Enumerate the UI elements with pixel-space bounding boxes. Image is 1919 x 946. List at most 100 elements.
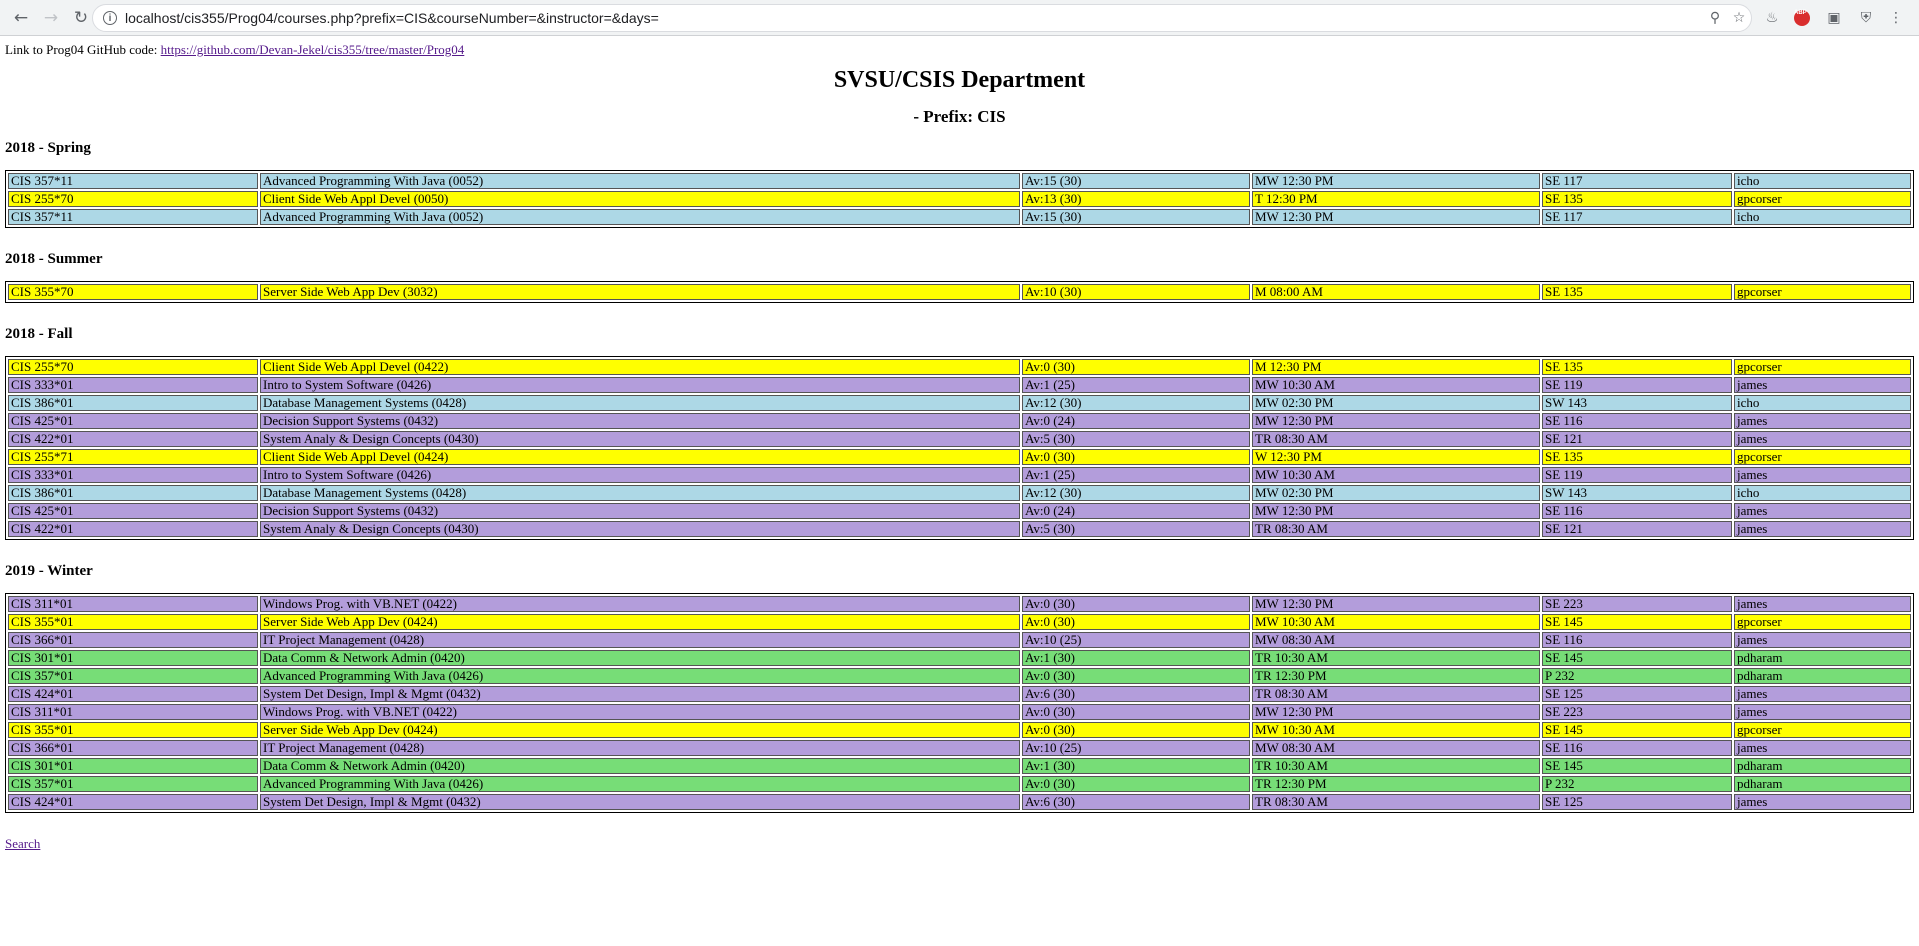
- cell-avail: Av:0 (30): [1022, 722, 1250, 738]
- cell-title: Server Side Web App Dev (0424): [260, 722, 1020, 738]
- course-row: CIS 311*01 Windows Prog. with VB.NET (042…: [8, 596, 1911, 612]
- cell-title: System Analy & Design Concepts (0430): [260, 521, 1020, 537]
- cell-room: SE 125: [1542, 686, 1732, 702]
- cell-instructor: james: [1734, 413, 1911, 429]
- cell-course: CIS 301*01: [8, 758, 258, 774]
- course-row: CIS 255*70 Client Side Web Appl Devel (04…: [8, 359, 1911, 375]
- address-bar[interactable]: i localhost/cis355/Prog04/courses.php?pr…: [92, 4, 1752, 32]
- cell-avail: Av:0 (24): [1022, 503, 1250, 519]
- cell-course: CIS 357*11: [8, 173, 258, 189]
- cell-course: CIS 311*01: [8, 596, 258, 612]
- cell-title: Advanced Programming With Java (0052): [260, 209, 1020, 225]
- cell-avail: Av:0 (30): [1022, 614, 1250, 630]
- term-heading: 2018 - Spring: [5, 140, 91, 156]
- browser-menu-icon[interactable]: ⋮: [1886, 8, 1906, 28]
- cell-title: Database Management Systems (0428): [260, 485, 1020, 501]
- cell-avail: Av:6 (30): [1022, 686, 1250, 702]
- cell-course: CIS 357*11: [8, 209, 258, 225]
- cell-course: CIS 357*01: [8, 776, 258, 792]
- cell-course: CIS 425*01: [8, 413, 258, 429]
- cell-title: System Analy & Design Concepts (0430): [260, 431, 1020, 447]
- cell-course: CIS 355*01: [8, 722, 258, 738]
- cell-instructor: james: [1734, 596, 1911, 612]
- term-heading: 2019 - Winter: [5, 563, 93, 579]
- page-title: SVSU/CSIS Department: [833, 67, 1086, 93]
- cell-room: SW 143: [1542, 395, 1732, 411]
- cell-room: SE 145: [1542, 614, 1732, 630]
- cell-room: SE 145: [1542, 758, 1732, 774]
- extension-shield-icon[interactable]: ⛨: [1856, 8, 1876, 28]
- cell-room: SE 135: [1542, 191, 1732, 207]
- cell-course: CIS 422*01: [8, 431, 258, 447]
- course-row: CIS 366*01 IT Project Management (0428) Av…: [8, 632, 1911, 648]
- cell-course: CIS 424*01: [8, 794, 258, 810]
- course-row: CIS 355*70 Server Side Web App Dev (3032)…: [8, 284, 1911, 300]
- adblock-plus-icon[interactable]: ABP: [1792, 8, 1812, 28]
- cell-room: SE 223: [1542, 596, 1732, 612]
- info-icon[interactable]: i: [103, 11, 117, 25]
- zoom-icon[interactable]: ⚲: [1703, 10, 1727, 26]
- cell-instructor: gpcorser: [1734, 191, 1911, 207]
- extension-flame-icon[interactable]: ♨: [1762, 8, 1782, 28]
- cell-time: MW 02:30 PM: [1252, 395, 1540, 411]
- cell-time: MW 12:30 PM: [1252, 173, 1540, 189]
- cell-course: CIS 255*71: [8, 449, 258, 465]
- course-row: CIS 357*01 Advanced Programming With Java…: [8, 776, 1911, 792]
- extension-gray-icon[interactable]: ▣: [1824, 8, 1844, 28]
- cell-avail: Av:10 (30): [1022, 284, 1250, 300]
- cell-instructor: james: [1734, 467, 1911, 483]
- cell-course: CIS 333*01: [8, 377, 258, 393]
- cell-title: IT Project Management (0428): [260, 740, 1020, 756]
- bookmark-star-icon[interactable]: ☆: [1727, 10, 1751, 26]
- cell-room: P 232: [1542, 776, 1732, 792]
- cell-course: CIS 333*01: [8, 467, 258, 483]
- course-row: CIS 386*01 Database Management Systems (0…: [8, 485, 1911, 501]
- cell-course: CIS 424*01: [8, 686, 258, 702]
- cell-room: SE 135: [1542, 359, 1732, 375]
- cell-avail: Av:0 (30): [1022, 668, 1250, 684]
- cell-instructor: pdharam: [1734, 668, 1911, 684]
- reload-icon[interactable]: ↻: [68, 5, 94, 31]
- cell-course: CIS 386*01: [8, 395, 258, 411]
- cell-room: SE 117: [1542, 173, 1732, 189]
- cell-room: SE 119: [1542, 467, 1732, 483]
- course-row: CIS 422*01 System Analy & Design Concepts…: [8, 431, 1911, 447]
- cell-course: CIS 311*01: [8, 704, 258, 720]
- cell-title: Server Side Web App Dev (3032): [260, 284, 1020, 300]
- term-heading: 2018 - Summer: [5, 251, 103, 267]
- cell-time: TR 12:30 PM: [1252, 776, 1540, 792]
- cell-title: Intro to System Software (0426): [260, 467, 1020, 483]
- forward-arrow-icon[interactable]: →: [38, 5, 64, 31]
- term-heading: 2018 - Fall: [5, 326, 73, 342]
- cell-course: CIS 301*01: [8, 650, 258, 666]
- back-arrow-icon[interactable]: ←: [8, 5, 34, 31]
- search-link[interactable]: Search: [5, 836, 40, 851]
- browser-toolbar: ← → ↻ i localhost/cis355/Prog04/courses.…: [0, 0, 1919, 36]
- github-link[interactable]: https://github.com/Devan-Jekel/cis355/tr…: [161, 42, 465, 57]
- cell-title: Intro to System Software (0426): [260, 377, 1020, 393]
- address-url[interactable]: localhost/cis355/Prog04/courses.php?pref…: [125, 10, 1703, 26]
- cell-room: SE 121: [1542, 431, 1732, 447]
- course-row: CIS 333*01 Intro to System Software (0426…: [8, 377, 1911, 393]
- cell-avail: Av:10 (25): [1022, 740, 1250, 756]
- cell-instructor: james: [1734, 632, 1911, 648]
- cell-instructor: pdharam: [1734, 776, 1911, 792]
- cell-title: Advanced Programming With Java (0426): [260, 668, 1020, 684]
- cell-instructor: gpcorser: [1734, 614, 1911, 630]
- cell-title: Advanced Programming With Java (0052): [260, 173, 1020, 189]
- cell-time: M 08:00 AM: [1252, 284, 1540, 300]
- cell-time: MW 12:30 PM: [1252, 209, 1540, 225]
- cell-avail: Av:1 (25): [1022, 377, 1250, 393]
- cell-instructor: gpcorser: [1734, 359, 1911, 375]
- course-row: CIS 386*01 Database Management Systems (0…: [8, 395, 1911, 411]
- cell-course: CIS 355*70: [8, 284, 258, 300]
- cell-time: T 12:30 PM: [1252, 191, 1540, 207]
- cell-title: System Det Design, Impl & Mgmt (0432): [260, 794, 1020, 810]
- cell-room: SE 116: [1542, 740, 1732, 756]
- cell-time: TR 08:30 AM: [1252, 431, 1540, 447]
- cell-time: TR 08:30 AM: [1252, 686, 1540, 702]
- cell-avail: Av:0 (30): [1022, 449, 1250, 465]
- course-row: CIS 333*01 Intro to System Software (0426…: [8, 467, 1911, 483]
- cell-instructor: pdharam: [1734, 758, 1911, 774]
- cell-title: Windows Prog. with VB.NET (0422): [260, 596, 1020, 612]
